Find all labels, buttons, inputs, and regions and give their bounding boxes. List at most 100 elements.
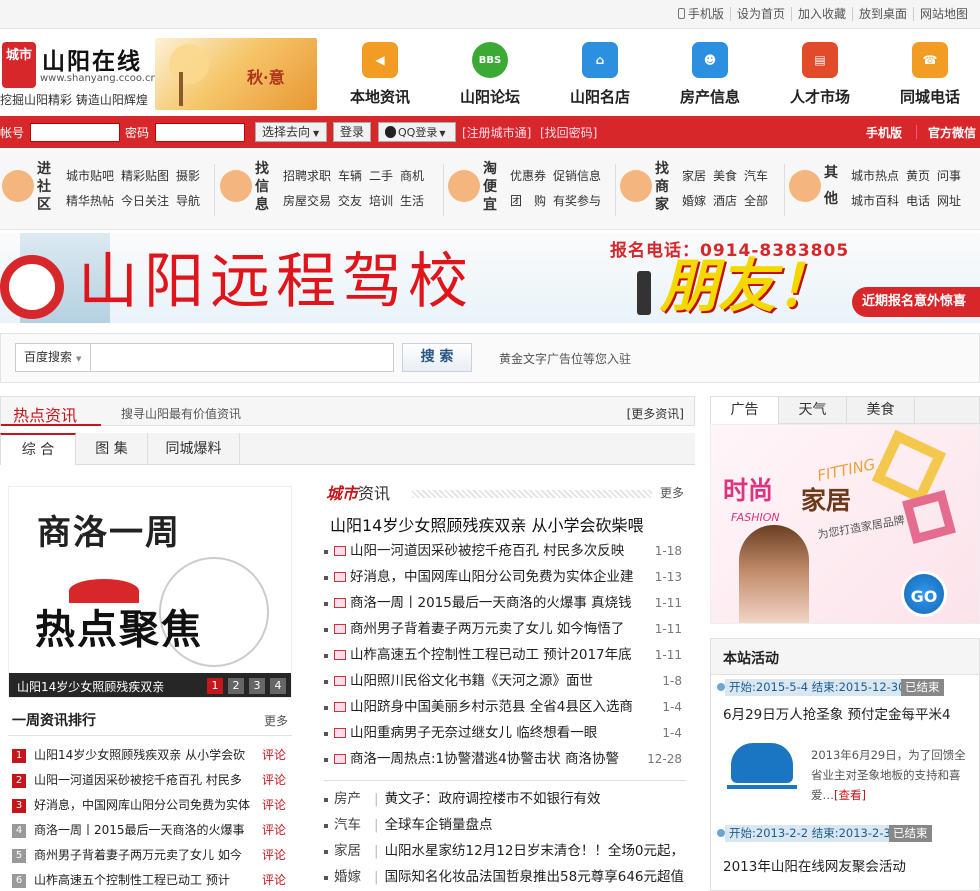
slide-page-2[interactable]: 2	[228, 678, 244, 694]
cat-link[interactable]: 有奖参与	[553, 194, 601, 208]
cat-link[interactable]: 美食	[713, 169, 737, 183]
tab-ad[interactable]: 广告	[711, 397, 779, 424]
cat-link[interactable]: 商机	[400, 169, 424, 183]
cat-link[interactable]: 精彩贴图	[121, 169, 169, 183]
cat-link[interactable]: 城市贴吧	[66, 169, 114, 183]
tab-gallery[interactable]: 图 集	[76, 433, 148, 465]
top-link-sitemap[interactable]: 网站地图	[912, 7, 974, 21]
slide-page-3[interactable]: 3	[249, 678, 265, 694]
comment-link[interactable]: 评论	[262, 818, 286, 843]
cat-link[interactable]: 婚嫁	[682, 194, 706, 208]
nav-jobs[interactable]: ▤ 人才市场	[765, 38, 875, 107]
comment-link[interactable]: 评论	[262, 768, 286, 793]
text-ad-slot[interactable]: 黄金文字广告位等您入驻	[499, 350, 631, 367]
destination-select[interactable]: 选择去向 ▼	[255, 122, 327, 142]
list-item[interactable]: 好消息，中国网库山阳分公司免费为实体企业建 1-13	[322, 564, 692, 590]
tab-food[interactable]: 美食	[847, 397, 915, 424]
cat-link[interactable]: 优惠券	[510, 169, 546, 183]
activity-title[interactable]: 6月29日万人抢圣象 预付定金每平米4	[723, 703, 951, 723]
cat-link[interactable]: 房屋交易	[283, 194, 331, 208]
cat-link[interactable]: 二手	[369, 169, 393, 183]
tab-weather[interactable]: 天气	[779, 397, 847, 424]
list-item[interactable]: 汽车 | 全球车企销量盘点	[322, 812, 692, 838]
cat-link[interactable]: 精华热帖	[66, 194, 114, 208]
search-input[interactable]	[91, 343, 394, 372]
cat-link[interactable]: 交友	[338, 194, 362, 208]
list-item[interactable]: 山阳一河道因采砂被挖千疮百孔 村民多次反映 1-18	[322, 538, 692, 564]
driving-school-banner[interactable]: 报名电话：0914-8383805 山阳远程驾校 朋友！ 近期报名意外惊喜	[0, 233, 980, 323]
cat-link[interactable]: 问事	[937, 169, 961, 183]
cat-link[interactable]: 培训	[369, 194, 393, 208]
city-news-more[interactable]: 更多	[660, 484, 684, 501]
cat-link[interactable]: 摄影	[176, 169, 200, 183]
list-item[interactable]: 4 商洛一周丨2015最后一天商洛的火爆事 评论	[12, 818, 292, 843]
cat-link[interactable]: 招聘求职	[283, 169, 331, 183]
comment-link[interactable]: 评论	[262, 868, 286, 891]
cat-link[interactable]: 导航	[176, 194, 200, 208]
comment-link[interactable]: 评论	[262, 743, 286, 768]
username-input[interactable]	[30, 123, 120, 142]
password-input[interactable]	[155, 123, 245, 142]
cat-link[interactable]: 家居	[682, 169, 706, 183]
tab-general[interactable]: 综 合	[0, 433, 76, 465]
ranking-more-link[interactable]: 更多	[264, 712, 288, 729]
cat-link[interactable]: 今日关注	[121, 194, 169, 208]
cat-link[interactable]: 促销信息	[553, 169, 601, 183]
weixin-link[interactable]: 官方微信	[928, 124, 976, 141]
cat-link[interactable]: 电话	[906, 194, 930, 208]
cat-link[interactable]: 全部	[744, 194, 768, 208]
nav-shops[interactable]: ⌂ 山阳名店	[545, 38, 655, 107]
nav-local-news[interactable]: ◀ 本地资讯	[325, 38, 435, 107]
list-item[interactable]: 1 山阳14岁少女照顾残疾双亲 从小学会砍 评论	[12, 743, 292, 768]
list-item[interactable]: 商洛一周热点:1协警潜逃4协警击状 商洛协警 12-28	[322, 746, 692, 772]
mobile-version-link[interactable]: 手机版	[866, 124, 902, 141]
activity-title[interactable]: 2013年山阳在线网友聚会活动	[723, 855, 906, 875]
go-button[interactable]: GO	[901, 571, 947, 617]
list-item[interactable]: 山阳跻身中国美丽乡村示范县 全省4县区入选商 1-4	[322, 694, 692, 720]
list-item[interactable]: 商州男子背着妻子两万元卖了女儿 如今悔悟了 1-11	[322, 616, 692, 642]
list-item[interactable]: 3 好消息，中国网库山阳分公司免费为实体 评论	[12, 793, 292, 818]
slide-page-4[interactable]: 4	[270, 678, 286, 694]
nav-housing[interactable]: ☻ 房产信息	[655, 38, 765, 107]
top-link-desktop[interactable]: 放到桌面	[851, 7, 913, 21]
cat-link[interactable]: 汽车	[744, 169, 768, 183]
cat-link[interactable]: 黄页	[906, 169, 930, 183]
cat-link[interactable]: 酒店	[713, 194, 737, 208]
nav-phone[interactable]: ☎ 同城电话	[875, 38, 980, 107]
register-link[interactable]: [注册城市通]	[462, 124, 531, 141]
list-item[interactable]: 2 山阳一河道因采砂被挖千疮百孔 村民多 评论	[12, 768, 292, 793]
slideshow[interactable]: 商洛一周 热点聚焦 山阳14岁少女照顾残疾双亲 1 2 3 4	[8, 486, 292, 698]
slide-page-1[interactable]: 1	[207, 678, 223, 694]
cat-link[interactable]: 车辆	[338, 169, 362, 183]
view-link[interactable]: [查看]	[834, 788, 866, 802]
tab-local-reports[interactable]: 同城爆料	[148, 433, 240, 465]
more-news-link[interactable]: [更多资讯]	[627, 405, 684, 422]
list-item[interactable]: 山阳重病男子无奈过继女儿 临终想看一眼 1-4	[322, 720, 692, 746]
nav-forum[interactable]: BBS 山阳论坛	[435, 38, 545, 107]
cat-link[interactable]: 团 购	[510, 194, 546, 208]
site-logo[interactable]: 城市 山阳在线 www.shanyang.ccoo.cn 挖掘山阳精彩 铸造山阳…	[0, 38, 320, 113]
city-headline[interactable]: 山阳14岁少女照顾残疾双亲 从小学会砍柴喂	[330, 512, 643, 536]
cat-link[interactable]: 生活	[400, 194, 424, 208]
qq-login-button[interactable]: QQ登录 ▼	[378, 122, 456, 142]
list-item[interactable]: 山阳照川民俗文化书籍《天河之源》面世 1-8	[322, 668, 692, 694]
list-item[interactable]: 婚嫁 | 国际知名化妆品法国哲泉推出58元尊享646元超值	[322, 864, 692, 890]
cat-link[interactable]: 网址	[937, 194, 961, 208]
forgot-password-link[interactable]: [找回密码]	[540, 124, 597, 141]
search-engine-select[interactable]: 百度搜索 ▼	[15, 343, 91, 372]
list-item[interactable]: 6 山柞高速五个控制性工程已动工 预计 评论	[12, 868, 292, 891]
login-button[interactable]: 登录	[333, 122, 372, 142]
top-link-homepage[interactable]: 设为首页	[729, 7, 791, 21]
list-item[interactable]: 山柞高速五个控制性工程已动工 预计2017年底 1-11	[322, 642, 692, 668]
search-button[interactable]: 搜 索	[402, 343, 472, 372]
list-item[interactable]: 5 商州男子背着妻子两万元卖了女儿 如今 评论	[12, 843, 292, 868]
home-furnishing-ad[interactable]: FITTING 时尚 家居 FASHION 为您打造家居品牌 GO	[710, 424, 980, 624]
cat-link[interactable]: 城市百科	[851, 194, 899, 208]
list-item[interactable]: 商洛一周丨2015最后一天商洛的火爆事 真烧钱 1-11	[322, 590, 692, 616]
comment-link[interactable]: 评论	[262, 793, 286, 818]
top-link-favorite[interactable]: 加入收藏	[790, 7, 852, 21]
top-link-mobile[interactable]: 手机版	[672, 7, 730, 21]
cat-link[interactable]: 城市热点	[851, 169, 899, 183]
list-item[interactable]: 家居 | 山阳水星家纺12月12日岁末清仓！！全场0元起，	[322, 838, 692, 864]
list-item[interactable]: 房产 | 黄文孑：政府调控楼市不如银行有效	[322, 786, 692, 812]
